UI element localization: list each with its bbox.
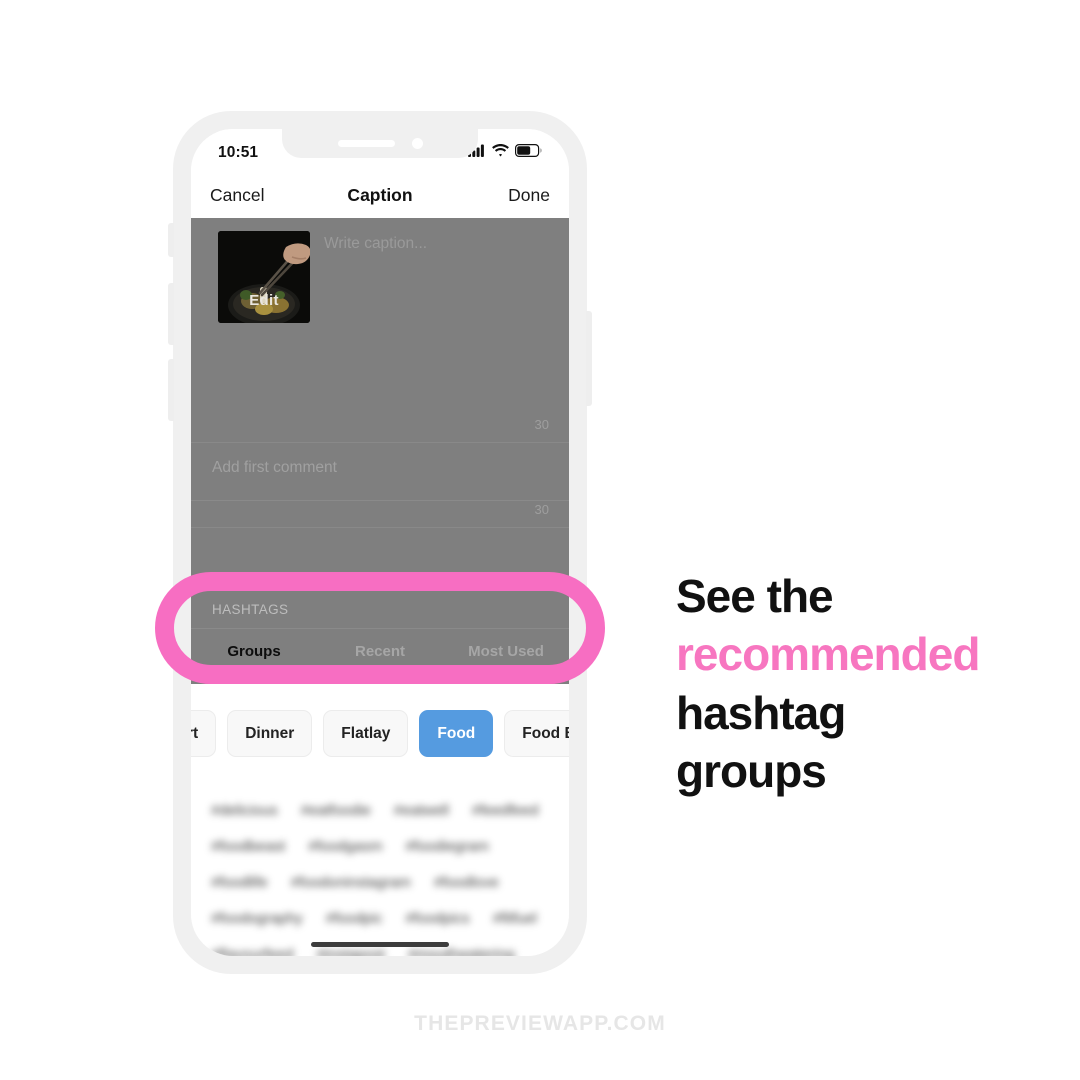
home-indicator[interactable] bbox=[311, 942, 449, 947]
hashtag-chip[interactable]: #delicious bbox=[211, 803, 278, 818]
nav-bar: Cancel Caption Done bbox=[191, 173, 569, 218]
group-pill-dessert[interactable]: rt bbox=[191, 710, 217, 757]
page-title: Caption bbox=[347, 185, 413, 205]
group-pill-dinner[interactable]: Dinner bbox=[227, 710, 313, 757]
hashtag-chip-list[interactable]: #delicious #eatfoodie #eatwell #feedfeed… bbox=[191, 781, 569, 956]
phone-screen: 10:51 Cancel Caption Done Edit Write cap… bbox=[191, 129, 569, 956]
caption-counter-row: 30 bbox=[191, 416, 569, 443]
tab-most-used[interactable]: Most Used bbox=[443, 643, 569, 660]
hashtag-chip[interactable]: #feedfeed bbox=[472, 803, 539, 818]
group-pill-food[interactable]: Food bbox=[419, 710, 494, 757]
hashtag-chip[interactable]: #mouthwatering bbox=[408, 947, 515, 956]
hashtag-chip[interactable]: #eatfoodie bbox=[301, 803, 371, 818]
caption-input-row[interactable]: Edit Write caption... bbox=[191, 218, 569, 416]
wifi-icon bbox=[492, 144, 509, 162]
caption-char-counter: 30 bbox=[534, 417, 549, 432]
hashtag-chip[interactable]: #foodpics bbox=[405, 911, 469, 926]
hashtag-chip[interactable]: #flavourfeed bbox=[211, 947, 294, 956]
hashtag-chip[interactable]: #foodpic bbox=[326, 911, 383, 926]
comment-counter-row: 30 bbox=[191, 501, 569, 528]
hashtag-chip[interactable]: #instapost bbox=[317, 947, 385, 956]
caption-input-placeholder[interactable]: Write caption... bbox=[324, 235, 427, 253]
hashtag-chip[interactable]: #fitfuel bbox=[493, 911, 537, 926]
headline-line-1: See the bbox=[676, 570, 834, 622]
first-comment-row[interactable]: Add first comment bbox=[191, 443, 569, 501]
watermark: THEPREVIEWAPP.COM bbox=[414, 1012, 666, 1035]
hashtag-chip[interactable]: #foodlife bbox=[211, 875, 268, 890]
hashtag-chip[interactable]: #foodlove bbox=[434, 875, 499, 890]
battery-icon bbox=[515, 144, 542, 162]
power-button[interactable] bbox=[586, 311, 592, 406]
tab-groups[interactable]: Groups bbox=[191, 643, 317, 660]
phone-mockup: 10:51 Cancel Caption Done Edit Write cap… bbox=[168, 111, 592, 974]
comment-char-counter: 30 bbox=[534, 502, 549, 517]
volume-up-button[interactable] bbox=[168, 283, 174, 345]
edit-overlay-label[interactable]: Edit bbox=[218, 292, 310, 309]
phone-notch bbox=[282, 129, 478, 158]
first-comment-placeholder[interactable]: Add first comment bbox=[212, 459, 337, 477]
tab-recent[interactable]: Recent bbox=[317, 643, 443, 660]
hashtag-chip[interactable]: #foodography bbox=[211, 911, 303, 926]
headline-line-3: hashtag bbox=[676, 686, 846, 739]
done-button[interactable]: Done bbox=[508, 185, 550, 206]
hashtag-chip[interactable]: #foodbeast bbox=[211, 839, 285, 854]
caption-dimmed-region: Edit Write caption... 30 Add first comme… bbox=[191, 218, 569, 684]
status-icons bbox=[468, 140, 542, 162]
hashtag-groups-strip[interactable]: rt Dinner Flatlay Food Food Blogger Food bbox=[191, 684, 569, 780]
post-thumbnail[interactable]: Edit bbox=[218, 231, 310, 323]
headline-line-2: recommended bbox=[676, 628, 980, 681]
hashtag-chip[interactable]: #foodoninstagram bbox=[291, 875, 411, 890]
hashtags-section-label: HASHTAGS bbox=[212, 602, 289, 617]
headline: See the recommended hashtag groups bbox=[676, 567, 1036, 801]
cancel-button[interactable]: Cancel bbox=[210, 185, 264, 206]
hashtag-chip[interactable]: #foodiegram bbox=[405, 839, 488, 854]
hashtag-tabs: Groups Recent Most Used bbox=[191, 628, 569, 673]
silent-switch[interactable] bbox=[168, 223, 174, 257]
front-camera-icon bbox=[411, 138, 423, 149]
earpiece-speaker-icon bbox=[337, 140, 395, 147]
headline-line-4: groups bbox=[676, 745, 827, 798]
hashtag-chip[interactable]: #eatwell bbox=[394, 803, 449, 818]
volume-down-button[interactable] bbox=[168, 359, 174, 421]
hashtag-groups-scroller[interactable]: rt Dinner Flatlay Food Food Blogger Food bbox=[191, 710, 569, 757]
hashtag-chip[interactable]: #foodgasm bbox=[308, 839, 382, 854]
status-time: 10:51 bbox=[218, 144, 259, 161]
group-pill-flatlay[interactable]: Flatlay bbox=[323, 710, 409, 757]
group-pill-food-blogger[interactable]: Food Blogger bbox=[504, 710, 569, 757]
